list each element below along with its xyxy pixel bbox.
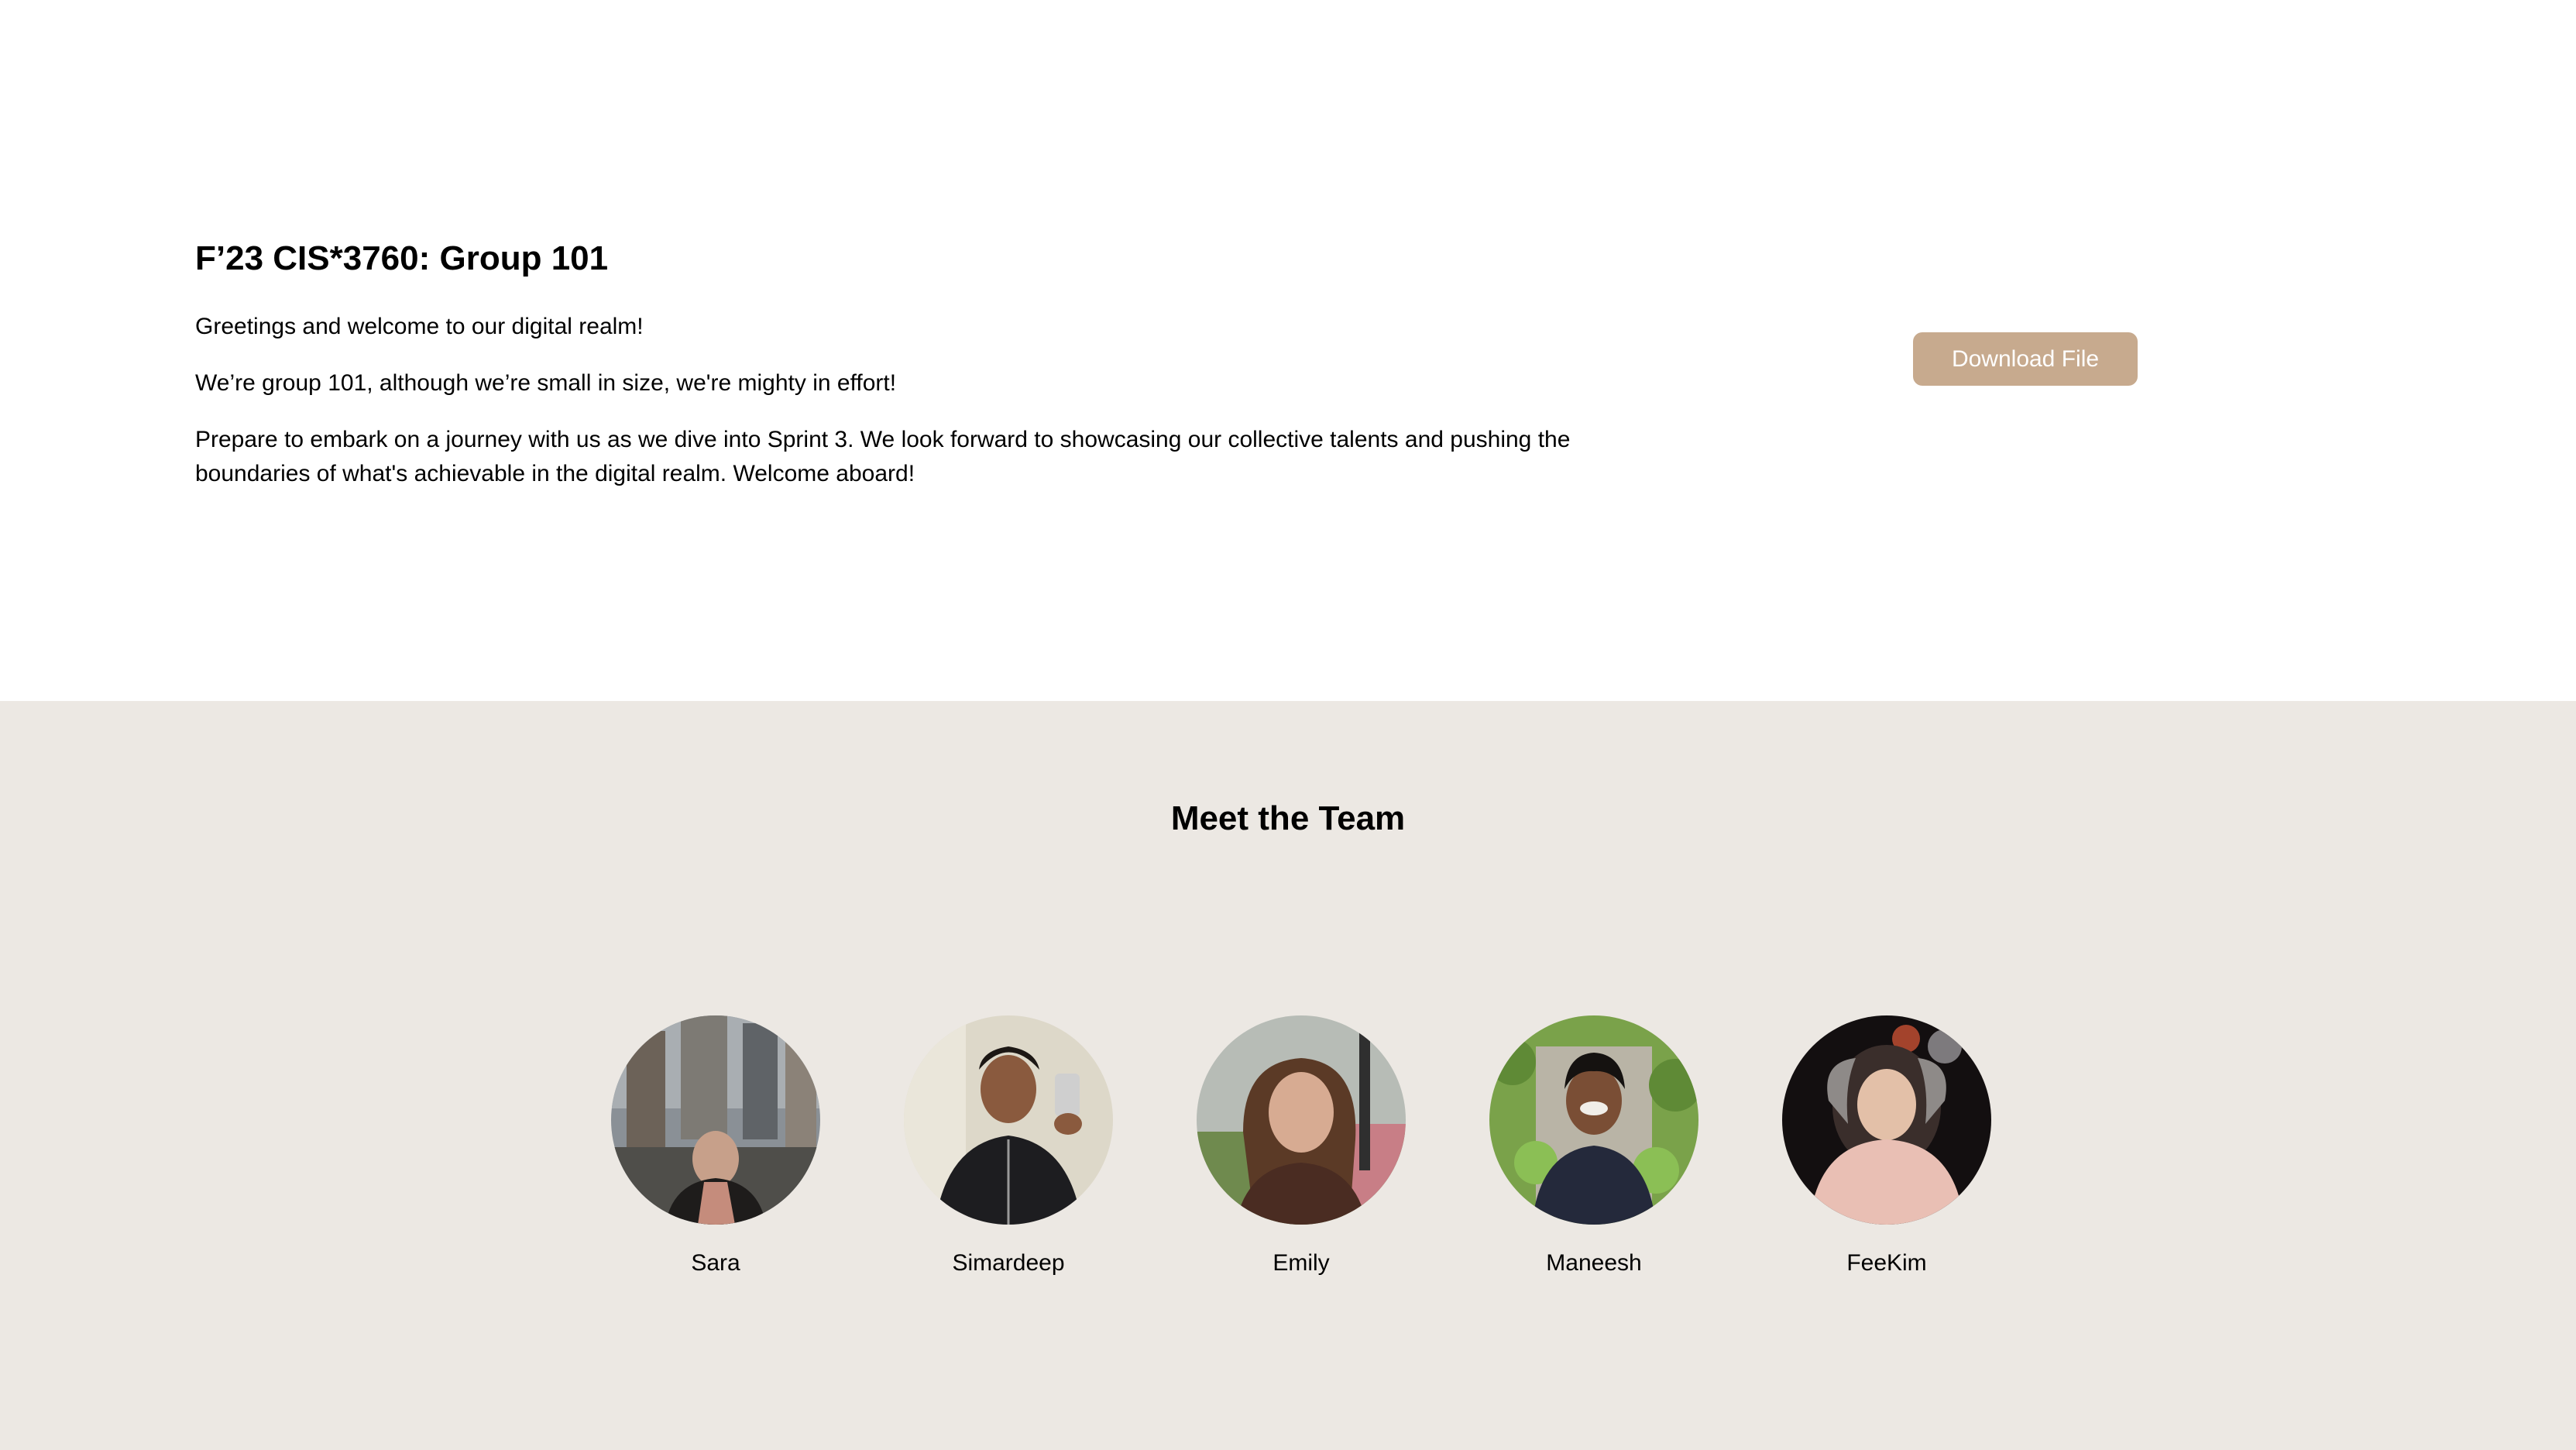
download-file-button[interactable]: Download File (1913, 332, 2138, 386)
team-member-emily: Emily (1197, 1015, 1406, 1280)
avatar-maneesh (1489, 1015, 1698, 1225)
member-name: Maneesh (1546, 1250, 1642, 1276)
avatar-simardeep (904, 1015, 1113, 1225)
intro-section: F’23 CIS*3760: Group 101 Greetings and w… (0, 0, 2576, 701)
page-title: F’23 CIS*3760: Group 101 (195, 239, 609, 277)
intro-text: We’re group 101, although we’re small in… (195, 370, 897, 396)
team-member-maneesh: Maneesh (1489, 1015, 1698, 1280)
team-section: Meet the Team Sara Simardeep Emily Manee… (0, 701, 2576, 1450)
greeting-text: Greetings and welcome to our digital rea… (195, 314, 644, 339)
description-text: Prepare to embark on a journey with us a… (195, 427, 1571, 486)
team-member-simardeep: Simardeep (904, 1015, 1113, 1280)
avatar-emily (1197, 1015, 1406, 1225)
team-member-feekim: FeeKim (1782, 1015, 1991, 1280)
member-name: Emily (1273, 1250, 1330, 1276)
member-name: Simardeep (952, 1250, 1065, 1276)
member-name: FeeKim (1846, 1250, 1927, 1276)
avatar-feekim (1782, 1015, 1991, 1225)
team-member-sara: Sara (611, 1015, 820, 1280)
avatar-sara (611, 1015, 820, 1225)
member-name: Sara (691, 1250, 740, 1276)
intro-text-block: F’23 CIS*3760: Group 101 Greetings and w… (195, 234, 1643, 514)
team-title: Meet the Team (1170, 799, 1406, 837)
